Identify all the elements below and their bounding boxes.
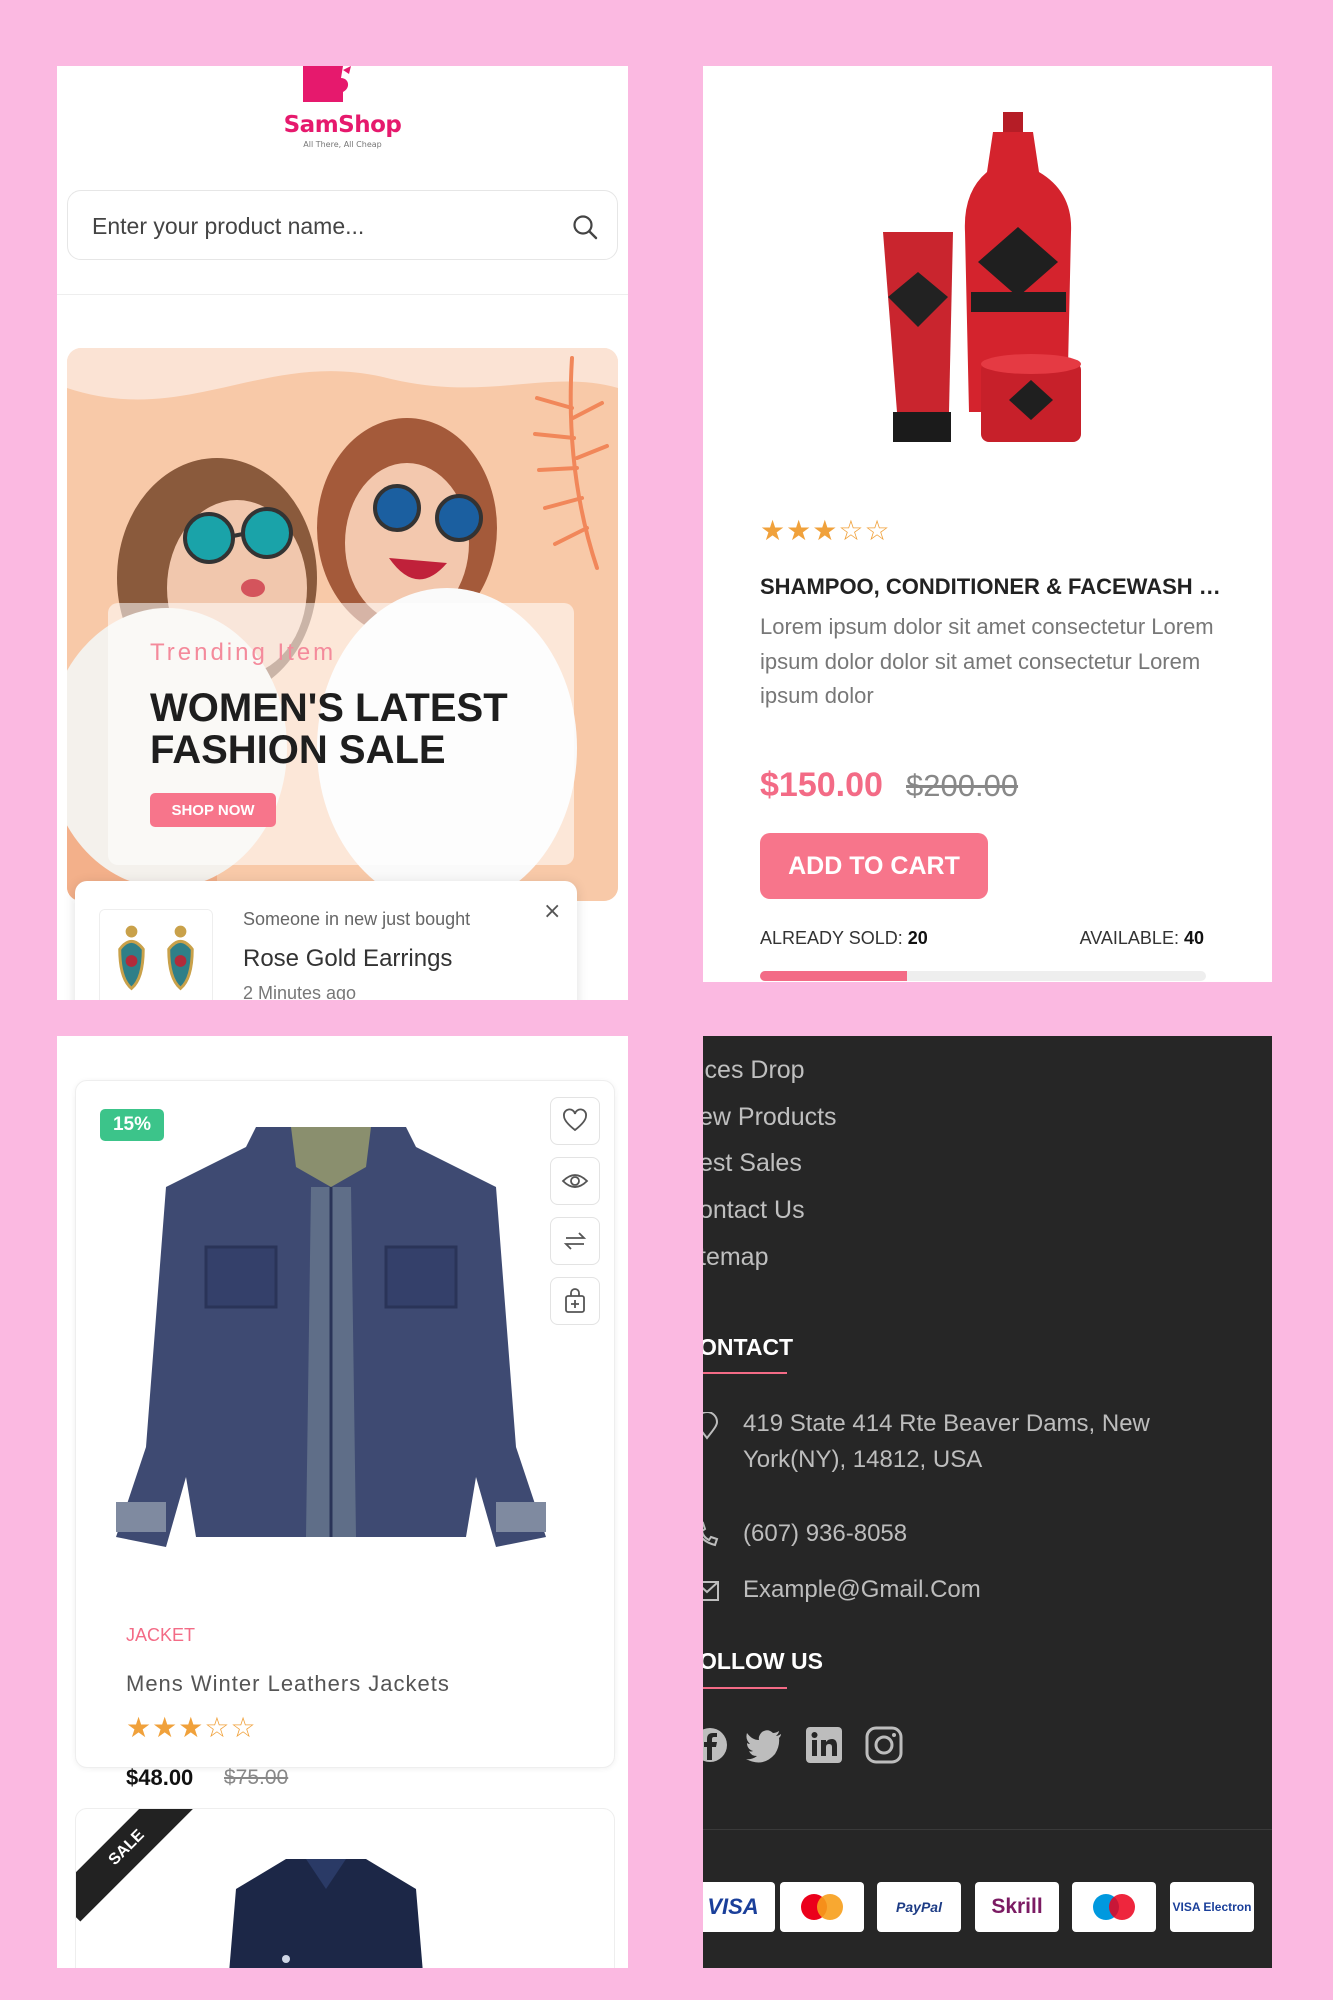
jacket-image[interactable]	[116, 1097, 546, 1567]
star-filled-icon: ★	[786, 514, 813, 547]
facebook-icon[interactable]	[703, 1724, 731, 1766]
hero-kicker: Trending Item	[150, 639, 337, 666]
footer-link[interactable]: est Sales	[703, 1149, 802, 1178]
maestro-logo	[1072, 1882, 1156, 1932]
logo-text: SamShop	[283, 112, 402, 138]
contact-phone[interactable]: (607) 936-8058	[743, 1516, 907, 1552]
available-stock: AVAILABLE: 40	[1079, 928, 1204, 948]
footer-panel: ices Drop ew Products est Sales ontact U…	[703, 1036, 1272, 1968]
star-empty-icon: ☆	[230, 1711, 257, 1744]
add-to-bag-button[interactable]	[550, 1277, 600, 1325]
footer-link[interactable]: temap	[703, 1243, 768, 1272]
heading-underline	[703, 1687, 787, 1689]
star-filled-icon: ★	[126, 1711, 153, 1744]
search-icon[interactable]	[571, 213, 599, 241]
contact-email[interactable]: Example@Gmail.Com	[743, 1572, 981, 1608]
twitter-icon[interactable]	[743, 1724, 785, 1766]
close-icon[interactable]: ×	[543, 899, 561, 924]
star-filled-icon: ★	[152, 1711, 179, 1744]
star-filled-icon: ★	[178, 1711, 205, 1744]
logo-mark-icon	[303, 66, 351, 102]
mastercard-icon	[801, 1894, 843, 1920]
recent-purchase-popup: Someone in new just bought Rose Gold Ear…	[75, 881, 577, 1000]
maestro-icon	[1093, 1894, 1135, 1920]
footer-link[interactable]: ontact Us	[703, 1196, 805, 1225]
popup-time: 2 Minutes ago	[243, 983, 357, 1000]
compare-button[interactable]	[550, 1217, 600, 1265]
rating-stars: ★★★☆☆	[760, 514, 891, 547]
hero-text-card: Trending Item WOMEN'S LATEST FASHION SAL…	[108, 603, 574, 865]
quick-view-button[interactable]	[550, 1157, 600, 1205]
star-filled-icon: ★	[812, 514, 839, 547]
sale-ribbon: SALE	[76, 1809, 201, 1922]
heading-underline	[703, 1372, 787, 1374]
heart-icon	[563, 1108, 587, 1132]
already-sold: ALREADY SOLD: 20	[760, 928, 928, 948]
phone-icon	[703, 1521, 719, 1547]
linkedin-icon[interactable]	[803, 1724, 845, 1766]
rating-stars: ★★★☆☆	[126, 1711, 257, 1744]
product-card[interactable]: 15% JACKET Mens Winter Leathers Jackets …	[75, 1080, 615, 1790]
earrings-image[interactable]	[99, 909, 213, 1000]
paypal-logo: PayPal	[877, 1882, 961, 1932]
email-icon	[703, 1581, 719, 1601]
follow-us-heading: OLLOW US	[703, 1648, 823, 1674]
search-box	[67, 190, 618, 260]
product-price: $150.00	[760, 766, 883, 804]
sold-progress-bar	[760, 971, 1206, 981]
popup-subtitle: Someone in new just bought	[243, 909, 471, 929]
mobile-home-panel: SamShop All There, All Cheap Enter your …	[57, 66, 628, 1000]
product-old-price: $200.00	[906, 768, 1019, 803]
product-old-price: $75.00	[224, 1766, 289, 1789]
popup-product-name[interactable]: Rose Gold Earrings	[243, 945, 452, 973]
mastercard-logo	[780, 1882, 864, 1932]
shop-now-button[interactable]: SHOP NOW	[150, 793, 276, 827]
footer-divider	[703, 1829, 1272, 1830]
product-category[interactable]: JACKET	[126, 1625, 195, 1646]
hero-banner[interactable]: Trending Item WOMEN'S LATEST FASHION SAL…	[67, 348, 618, 901]
star-empty-icon: ☆	[838, 514, 865, 547]
discount-badge: 15%	[100, 1109, 164, 1141]
search-input[interactable]	[92, 209, 532, 243]
wishlist-button[interactable]	[550, 1097, 600, 1145]
repeat-icon	[563, 1232, 587, 1250]
eye-icon	[561, 1174, 589, 1188]
product-name[interactable]: Mens Winter Leathers Jackets	[126, 1671, 450, 1697]
product-card[interactable]: SALE	[75, 1808, 615, 1968]
bag-add-icon	[565, 1288, 585, 1313]
visa-logo: VISA	[703, 1882, 775, 1932]
add-to-cart-button[interactable]: ADD TO CART	[760, 833, 988, 899]
hero-title: WOMEN'S LATEST FASHION SALE	[150, 686, 508, 772]
footer-link[interactable]: ices Drop	[703, 1056, 805, 1085]
sold-progress-fill	[760, 971, 908, 981]
footer-link[interactable]: ew Products	[703, 1103, 837, 1132]
instagram-icon[interactable]	[863, 1724, 905, 1766]
shampoo-product-image[interactable]	[853, 112, 1133, 472]
header-divider	[57, 294, 628, 295]
skrill-logo: Skrill	[975, 1882, 1059, 1932]
location-icon	[703, 1412, 719, 1440]
star-empty-icon: ☆	[204, 1711, 231, 1744]
visa-electron-logo: VISA Electron	[1170, 1882, 1254, 1932]
star-filled-icon: ★	[760, 514, 787, 547]
contact-heading: ONTACT	[703, 1334, 794, 1360]
logo-tagline: All There, All Cheap	[303, 140, 382, 149]
star-empty-icon: ☆	[864, 514, 891, 547]
product-detail-panel: ★★★☆☆ SHAMPOO, CONDITIONER & FACEWASH PA…	[703, 66, 1272, 982]
contact-address: 419 State 414 Rte Beaver Dams, New York(…	[743, 1410, 1150, 1473]
product-grid-panel: 15% JACKET Mens Winter Leathers Jackets …	[57, 1036, 628, 1968]
shirt-image[interactable]	[226, 1849, 426, 1968]
product-description: Lorem ipsum dolor sit amet consectetur L…	[760, 614, 1214, 708]
product-title[interactable]: SHAMPOO, CONDITIONER & FACEWASH PACKS	[760, 574, 1230, 600]
product-price: $48.00	[126, 1765, 194, 1790]
